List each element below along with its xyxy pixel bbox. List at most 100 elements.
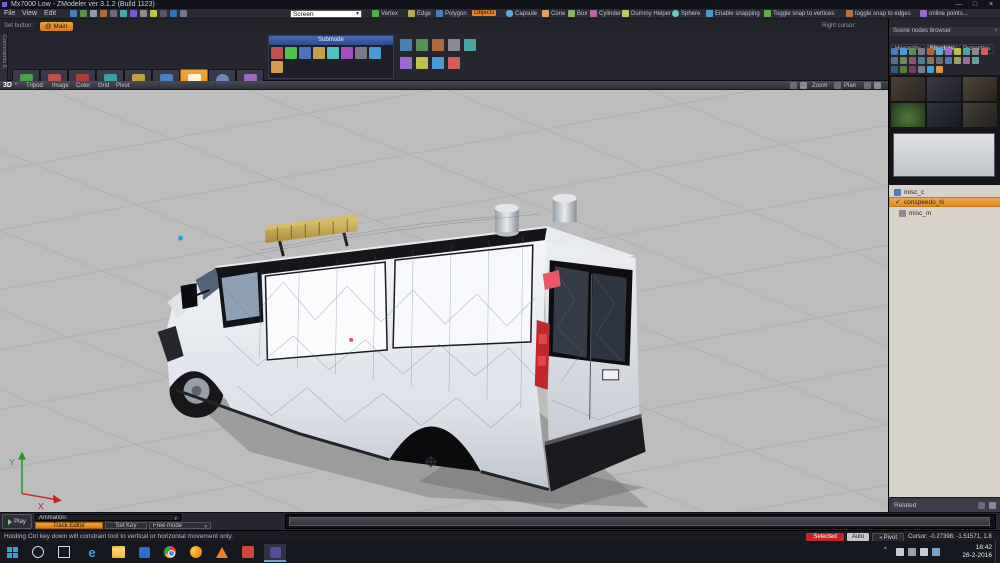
auto-badge[interactable]: Auto [847,533,869,541]
taskbar-edge[interactable]: e [84,544,100,560]
mode-edge[interactable]: Edge [408,10,431,17]
scene-tool-icon[interactable] [900,48,907,55]
snap-edges-button[interactable]: toggle snap to edges [846,10,911,17]
material-thumbnail[interactable] [891,77,925,101]
toolbar-icon[interactable] [100,10,107,17]
vertex-marker-blue[interactable] [178,236,183,241]
material-thumbnail[interactable] [963,103,997,127]
scene-tool-icon[interactable] [972,48,979,55]
scene-tool-icon[interactable] [927,66,934,73]
set-key-button[interactable]: Set Key [105,522,147,529]
menu-file[interactable]: File [4,10,15,17]
primitive-box[interactable]: Box [568,10,587,17]
toolbar-icon[interactable] [140,10,147,17]
extra-tool-icon[interactable] [448,57,460,69]
close-button[interactable]: × [984,0,998,9]
minimize-button[interactable]: — [952,0,966,9]
play-button[interactable]: Play [2,514,32,529]
vertex-marker-pink[interactable] [349,338,353,342]
menu-edit[interactable]: Edit [44,10,56,17]
viewport-menu-color[interactable]: Color [76,83,90,89]
scene-tool-icon[interactable] [900,66,907,73]
menu-view[interactable]: View [22,10,37,17]
scene-tool-icon[interactable] [891,48,898,55]
primitive-cone[interactable]: Cone [542,10,565,17]
extra-tool-icon[interactable] [432,57,444,69]
tray-icon[interactable] [896,548,904,556]
submode-icon[interactable] [271,47,283,59]
viewport-menu-tripod[interactable]: Tripod [26,83,43,89]
scene-tool-icon[interactable] [936,66,943,73]
scene-tool-icon[interactable] [945,57,952,64]
extra-tool-icon[interactable] [416,57,428,69]
viewport-menu-grid[interactable]: Grid [98,83,109,89]
viewport-canvas[interactable]: Y X [0,90,888,512]
mode-polygon[interactable]: Polygon [436,10,467,17]
node-row-misc-m[interactable]: misc_m [889,208,1000,218]
toolbar-icon[interactable] [120,10,127,17]
scene-tool-icon[interactable] [909,57,916,64]
snap-vertices-button[interactable]: Toggle snap to vertices [764,10,834,17]
material-thumbnail[interactable] [891,103,925,127]
viewport-3d[interactable]: Y X [0,90,888,512]
viewport-header-icon[interactable] [790,82,797,89]
taskbar-clock[interactable]: 18:42 26-2-2016 [948,544,992,560]
scene-tool-icon[interactable] [900,57,907,64]
primitive-dummy-helper[interactable]: Dummy Helper [622,10,671,17]
notification-center-button[interactable] [995,541,1000,563]
panel-close-icon[interactable]: × [994,27,998,36]
material-thumbnail[interactable] [927,77,961,101]
toolbar-icon[interactable] [180,10,187,17]
van-model[interactable] [158,194,649,510]
scene-tool-icon[interactable] [918,57,925,64]
toolbar-icon[interactable] [170,10,177,17]
submode-icon[interactable] [271,61,283,73]
toolbar-icon[interactable] [70,10,77,17]
related-icon[interactable] [989,502,996,509]
submode-icon[interactable] [285,47,297,59]
extra-tool-icon[interactable] [416,39,428,51]
timeline-slider-track[interactable] [285,514,996,529]
toolbar-icon[interactable] [80,10,87,17]
scene-tool-icon[interactable] [963,57,970,64]
scene-tool-icon[interactable] [909,66,916,73]
material-thumbnail[interactable] [963,77,997,101]
extra-tool-icon[interactable] [464,39,476,51]
taskbar-file-explorer[interactable] [110,544,126,560]
submode-icon[interactable] [341,47,353,59]
toolbar-icon[interactable] [110,10,117,17]
viewport-zoom-label[interactable]: Zoom [812,83,827,89]
viewport-header-icon[interactable] [874,82,881,89]
scene-tool-icon[interactable] [909,48,916,55]
scene-tool-icon[interactable] [954,48,961,55]
submode-icon[interactable] [369,47,381,59]
taskbar-firefox[interactable] [188,544,204,560]
scene-tool-icon[interactable] [927,57,934,64]
online-points-button[interactable]: online points... [920,10,968,17]
scene-tool-icon[interactable] [918,66,925,73]
scene-tool-icon[interactable] [981,48,988,55]
timeline-slider-thumb[interactable] [289,517,990,526]
submode-icon[interactable] [299,47,311,59]
primitive-cylinder[interactable]: Cylinder [590,10,621,17]
scene-tool-icon[interactable] [972,57,979,64]
network-icon[interactable] [932,548,940,556]
primitive-sphere[interactable]: Sphere [672,10,700,17]
extra-tool-icon[interactable] [400,39,412,51]
viewport-plan-label[interactable]: Plan [844,83,856,89]
enable-snapping-button[interactable]: Enable snapping [706,10,760,17]
mode-vertex[interactable]: Vertex [372,10,398,17]
viewport-header-icon[interactable] [834,82,841,89]
commands-strip[interactable]: Commands E [0,33,8,81]
tray-icon[interactable] [920,548,928,556]
related-icon[interactable] [978,502,985,509]
scene-tool-icon[interactable] [963,48,970,55]
viewport-mode-label[interactable]: 3D [3,82,12,89]
tray-icon[interactable] [908,548,916,556]
toolbar-icon[interactable] [90,10,97,17]
scene-tool-icon[interactable] [918,48,925,55]
node-row-conspeedo-selected[interactable]: ✓ conspeedo_N [889,197,1000,207]
submode-icon[interactable] [355,47,367,59]
mode-objects[interactable]: Objects [472,10,496,16]
scene-tool-icon[interactable] [927,48,934,55]
